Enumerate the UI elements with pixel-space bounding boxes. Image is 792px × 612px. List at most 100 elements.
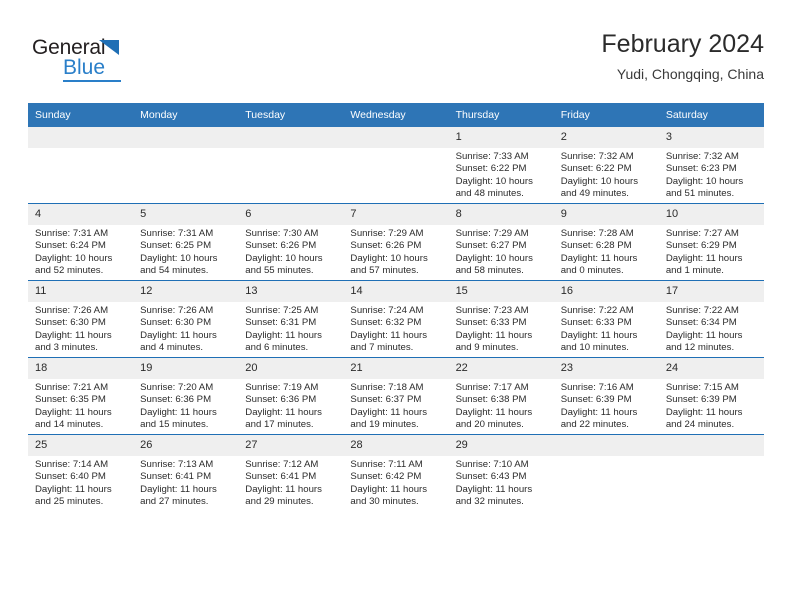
title-block: February 2024 Yudi, Chongqing, China: [601, 28, 764, 84]
weekday-header-sunday: Sunday: [28, 103, 134, 127]
daylight-text-line2: and 10 minutes.: [560, 341, 629, 353]
day-number: 18: [28, 358, 134, 379]
sunrise-text: Sunrise: 7:21 AM: [35, 382, 109, 393]
sunrise-text: Sunrise: 7:31 AM: [35, 228, 109, 239]
calendar-day-cell[interactable]: 23 Sunrise: 7:16 AM Sunset: 6:39 PM Dayligh…: [553, 357, 659, 435]
daylight-text-line1: Daylight: 10 hours: [455, 252, 533, 264]
daylight-text-line2: and 4 minutes.: [140, 341, 204, 353]
sunset-text: Sunset: 6:43 PM: [455, 471, 527, 483]
calendar-week-row: 1 Sunrise: 7:33 AM Sunset: 6:22 PM Daylight…: [28, 127, 764, 204]
day-details: Sunrise: 7:19 AM Sunset: 6:36 PM Daylight:…: [238, 379, 343, 431]
calendar-day-cell[interactable]: 21 Sunrise: 7:18 AM Sunset: 6:37 PM Dayligh…: [343, 357, 449, 435]
weekday-header-friday: Friday: [553, 103, 659, 127]
weekday-header-thursday: Thursday: [448, 103, 554, 127]
weekday-header-row: Sunday Monday Tuesday Wednesday Thursday…: [28, 103, 764, 127]
calendar-day-cell[interactable]: 18 Sunrise: 7:21 AM Sunset: 6:35 PM Dayligh…: [28, 357, 134, 435]
daylight-text-line1: Daylight: 11 hours: [35, 329, 112, 341]
calendar-day-cell[interactable]: 1 Sunrise: 7:33 AM Sunset: 6:22 PM Daylight…: [448, 127, 554, 204]
sunset-text: Sunset: 6:23 PM: [665, 163, 737, 175]
daylight-text-line1: Daylight: 11 hours: [560, 406, 638, 418]
daylight-text-line2: and 52 minutes.: [35, 264, 104, 276]
sunset-text: Sunset: 6:41 PM: [245, 471, 317, 483]
daylight-text-line2: and 1 minute.: [665, 264, 724, 276]
sunset-text: Sunset: 6:33 PM: [455, 317, 527, 329]
day-number: 2: [553, 127, 659, 148]
daylight-text-line1: Daylight: 10 hours: [350, 252, 428, 264]
calendar-day-cell[interactable]: 14 Sunrise: 7:24 AM Sunset: 6:32 PM Dayligh…: [343, 280, 449, 358]
day-details: Sunrise: 7:18 AM Sunset: 6:37 PM Daylight:…: [343, 379, 448, 431]
sunset-text: Sunset: 6:40 PM: [35, 471, 106, 483]
sunset-text: Sunset: 6:30 PM: [35, 317, 106, 329]
sunset-text: Sunset: 6:26 PM: [350, 240, 422, 252]
sunrise-text: Sunrise: 7:29 AM: [350, 228, 424, 239]
day-number: 3: [658, 127, 764, 148]
day-number: 24: [658, 358, 764, 379]
calendar-day-cell[interactable]: 5 Sunrise: 7:31 AM Sunset: 6:25 PM Daylight…: [133, 203, 239, 281]
calendar-day-cell[interactable]: 3 Sunrise: 7:32 AM Sunset: 6:23 PM Daylight…: [658, 127, 764, 204]
calendar-day-cell[interactable]: 17 Sunrise: 7:22 AM Sunset: 6:34 PM Dayligh…: [658, 280, 764, 358]
calendar-day-cell[interactable]: 19 Sunrise: 7:20 AM Sunset: 6:36 PM Dayligh…: [133, 357, 239, 435]
calendar-day-cell[interactable]: 7 Sunrise: 7:29 AM Sunset: 6:26 PM Daylight…: [343, 203, 449, 281]
sunset-text: Sunset: 6:25 PM: [140, 240, 212, 252]
day-number: 22: [448, 358, 554, 379]
day-number: 15: [448, 281, 554, 302]
calendar-day-cell[interactable]: 6 Sunrise: 7:30 AM Sunset: 6:26 PM Daylight…: [238, 203, 344, 281]
calendar-day-cell[interactable]: 25 Sunrise: 7:14 AM Sunset: 6:40 PM Dayligh…: [28, 434, 134, 511]
day-number: 7: [343, 204, 449, 225]
calendar-day-cell[interactable]: 22 Sunrise: 7:17 AM Sunset: 6:38 PM Dayligh…: [448, 357, 554, 435]
sunset-text: Sunset: 6:22 PM: [560, 163, 632, 175]
day-number: 13: [238, 281, 344, 302]
calendar-day-cell[interactable]: 10 Sunrise: 7:27 AM Sunset: 6:29 PM Dayligh…: [658, 203, 764, 281]
day-number: [553, 435, 659, 456]
calendar-day-cell[interactable]: 15 Sunrise: 7:23 AM Sunset: 6:33 PM Dayligh…: [448, 280, 554, 358]
calendar-day-cell[interactable]: 12 Sunrise: 7:26 AM Sunset: 6:30 PM Dayligh…: [133, 280, 239, 358]
sunset-text: Sunset: 6:39 PM: [560, 394, 632, 406]
calendar-week-row: 25 Sunrise: 7:14 AM Sunset: 6:40 PM Dayligh…: [28, 434, 764, 511]
calendar-day-cell[interactable]: 4 Sunrise: 7:31 AM Sunset: 6:24 PM Daylight…: [28, 203, 134, 281]
daylight-text-line2: and 7 minutes.: [350, 341, 414, 353]
calendar-grid: Sunday Monday Tuesday Wednesday Thursday…: [28, 103, 764, 511]
daylight-text-line1: Daylight: 11 hours: [140, 406, 217, 418]
sunrise-text: Sunrise: 7:31 AM: [140, 228, 214, 239]
calendar-day-cell[interactable]: 11 Sunrise: 7:26 AM Sunset: 6:30 PM Dayligh…: [28, 280, 134, 358]
day-number: 28: [343, 435, 449, 456]
sunset-text: Sunset: 6:34 PM: [665, 317, 737, 329]
daylight-text-line2: and 32 minutes.: [455, 495, 524, 507]
daylight-text-line2: and 22 minutes.: [560, 418, 629, 430]
calendar-day-cell[interactable]: 2 Sunrise: 7:32 AM Sunset: 6:22 PM Daylight…: [553, 127, 659, 204]
page-title: February 2024: [601, 30, 764, 58]
daylight-text-line2: and 25 minutes.: [35, 495, 104, 507]
calendar-day-cell[interactable]: 16 Sunrise: 7:22 AM Sunset: 6:33 PM Dayligh…: [553, 280, 659, 358]
calendar-day-cell[interactable]: 26 Sunrise: 7:13 AM Sunset: 6:41 PM Dayligh…: [133, 434, 239, 511]
day-details: Sunrise: 7:11 AM Sunset: 6:42 PM Daylight:…: [343, 456, 448, 508]
day-number: 5: [133, 204, 239, 225]
daylight-text-line2: and 27 minutes.: [140, 495, 209, 507]
day-details: Sunrise: 7:16 AM Sunset: 6:39 PM Daylight:…: [554, 379, 659, 431]
daylight-text-line2: and 20 minutes.: [455, 418, 524, 430]
day-number: 21: [343, 358, 449, 379]
daylight-text-line1: Daylight: 11 hours: [560, 329, 638, 341]
daylight-text-line2: and 12 minutes.: [665, 341, 735, 353]
daylight-text-line1: Daylight: 11 hours: [140, 329, 217, 341]
day-number: 17: [658, 281, 764, 302]
day-details: Sunrise: 7:20 AM Sunset: 6:36 PM Daylight:…: [133, 379, 238, 431]
calendar-day-cell[interactable]: 27 Sunrise: 7:12 AM Sunset: 6:41 PM Dayligh…: [238, 434, 344, 511]
calendar-day-cell[interactable]: 28 Sunrise: 7:11 AM Sunset: 6:42 PM Dayligh…: [343, 434, 449, 511]
calendar-day-cell[interactable]: 13 Sunrise: 7:25 AM Sunset: 6:31 PM Dayligh…: [238, 280, 344, 358]
calendar-week-row: 4 Sunrise: 7:31 AM Sunset: 6:24 PM Daylight…: [28, 203, 764, 281]
calendar-day-cell[interactable]: 20 Sunrise: 7:19 AM Sunset: 6:36 PM Dayligh…: [238, 357, 344, 435]
calendar-day-cell[interactable]: 24 Sunrise: 7:15 AM Sunset: 6:39 PM Dayligh…: [658, 357, 764, 435]
generalblue-logo[interactable]: General Blue: [32, 36, 162, 84]
calendar-day-cell[interactable]: 29 Sunrise: 7:10 AM Sunset: 6:43 PM Dayligh…: [448, 434, 554, 511]
sunset-text: Sunset: 6:32 PM: [350, 317, 422, 329]
day-number: 23: [553, 358, 659, 379]
daylight-text-line2: and 48 minutes.: [455, 187, 524, 199]
calendar-day-cell[interactable]: 8 Sunrise: 7:29 AM Sunset: 6:27 PM Daylight…: [448, 203, 554, 281]
calendar-day-cell-empty: [28, 127, 134, 204]
daylight-text-line2: and 29 minutes.: [245, 495, 314, 507]
daylight-text-line1: Daylight: 10 hours: [455, 175, 533, 187]
day-details: Sunrise: 7:22 AM Sunset: 6:33 PM Daylight:…: [554, 302, 659, 354]
daylight-text-line1: Daylight: 11 hours: [455, 483, 533, 495]
sunset-text: Sunset: 6:26 PM: [245, 240, 317, 252]
calendar-day-cell[interactable]: 9 Sunrise: 7:28 AM Sunset: 6:28 PM Daylight…: [553, 203, 659, 281]
